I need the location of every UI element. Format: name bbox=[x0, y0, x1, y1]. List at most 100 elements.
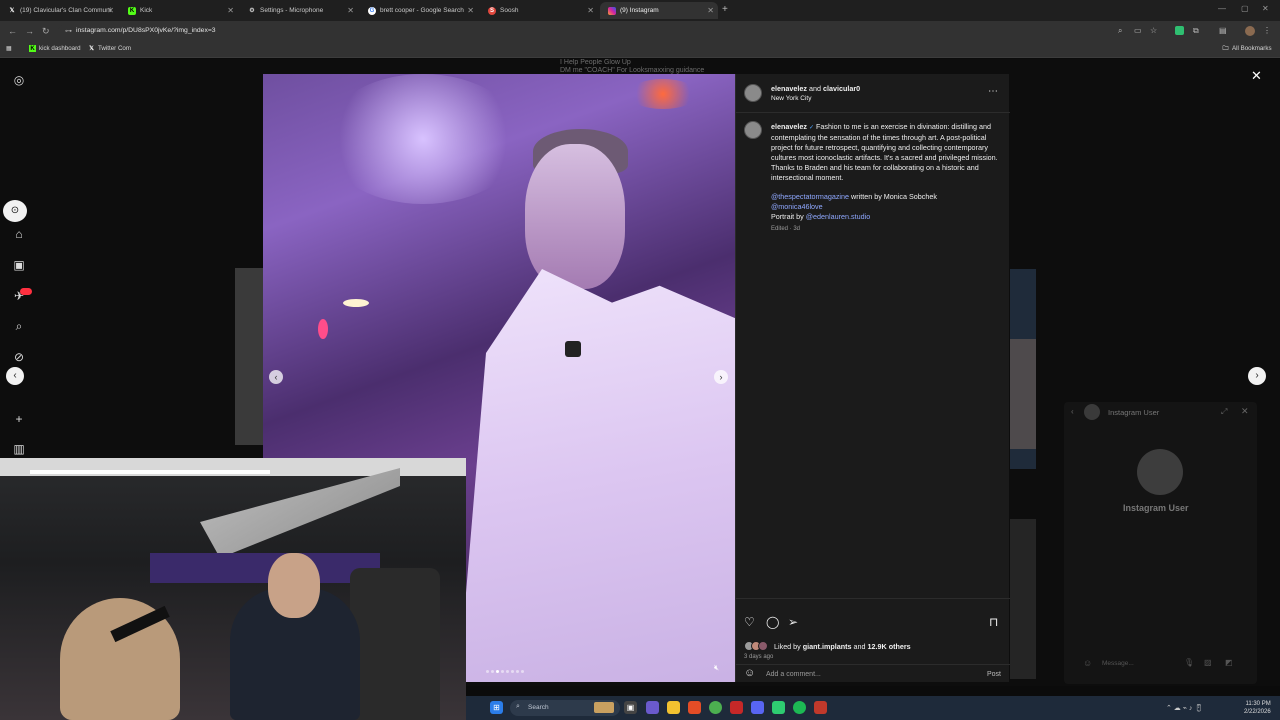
extension-icon[interactable] bbox=[1175, 26, 1184, 35]
tab-clavicular[interactable]: 𝕏 (19) Clavicular's Clan Communi ✕ bbox=[0, 2, 118, 19]
comment-input[interactable]: Add a comment... bbox=[766, 671, 821, 678]
like-heart-icon[interactable]: ♡ bbox=[744, 615, 755, 629]
tab-soosh[interactable]: S Soosh ✕ bbox=[480, 2, 598, 19]
close-window-icon[interactable]: ✕ bbox=[1262, 4, 1269, 13]
close-icon[interactable]: ✕ bbox=[707, 6, 714, 15]
bookmark-twitter[interactable]: 𝕏 Twitter Com bbox=[88, 45, 131, 52]
minimize-icon[interactable]: — bbox=[1218, 4, 1226, 13]
collaborator-username[interactable]: clavicular0 bbox=[823, 84, 860, 93]
forward-icon[interactable]: → bbox=[25, 26, 34, 36]
close-icon[interactable]: ✕ bbox=[587, 6, 594, 15]
more-options-icon[interactable]: ⋯ bbox=[988, 86, 998, 97]
address-bar-row: ← → ↻ ⊶ instagram.com/p/DU8sPX0jvKe/?img… bbox=[0, 21, 1280, 42]
emoji-icon[interactable]: ☺ bbox=[744, 667, 755, 679]
caption-avatar[interactable] bbox=[744, 121, 762, 139]
mention-link[interactable]: @monica46love bbox=[771, 202, 823, 211]
tab-instagram[interactable]: (9) Instagram ✕ bbox=[600, 2, 718, 19]
mention-link[interactable]: @edenlauren.studio bbox=[806, 212, 870, 221]
close-icon[interactable]: ✕ bbox=[347, 6, 354, 15]
menu-kebab-icon[interactable]: ⋮ bbox=[1263, 26, 1271, 35]
apps-icon[interactable]: ▦ bbox=[6, 45, 12, 52]
clock[interactable]: 11:30 PM 2/22/2026 bbox=[1244, 700, 1271, 716]
carousel-prev-icon[interactable]: ‹ bbox=[269, 370, 283, 384]
extensions-puzzle-icon[interactable]: ⧉ bbox=[1193, 26, 1199, 36]
microphone-icon[interactable]: 🎙︎ bbox=[1184, 658, 1194, 667]
sticker-icon[interactable]: ◩ bbox=[1225, 658, 1233, 667]
image-icon[interactable]: ▨ bbox=[1204, 658, 1212, 667]
expand-icon[interactable]: ⤢ bbox=[1221, 407, 1227, 417]
app-icon[interactable] bbox=[646, 701, 659, 714]
post-comment-button[interactable]: Post bbox=[987, 671, 1001, 678]
dashboard-icon[interactable]: ▥ bbox=[11, 442, 27, 458]
reload-icon[interactable]: ↻ bbox=[42, 26, 50, 37]
mute-icon[interactable]: 🔇︎ bbox=[714, 663, 719, 673]
bookmarks-bar: ▦ K kick dashboard 𝕏 Twitter Com 🗀 All B… bbox=[0, 42, 1280, 58]
explore-icon[interactable]: ⊘ bbox=[11, 350, 27, 366]
tab-google[interactable]: G brett cooper - Google Search ✕ bbox=[360, 2, 478, 19]
app-icon[interactable] bbox=[772, 701, 785, 714]
app-icon[interactable] bbox=[814, 701, 827, 714]
back-icon[interactable]: ← bbox=[8, 26, 17, 36]
app-icon[interactable] bbox=[730, 701, 743, 714]
author-avatar[interactable] bbox=[744, 84, 762, 102]
save-bookmark-icon[interactable]: ⊓ bbox=[989, 615, 998, 629]
webcam-overlay bbox=[0, 458, 466, 720]
file-explorer-icon[interactable] bbox=[667, 701, 680, 714]
home-icon[interactable]: ⌂ bbox=[11, 227, 27, 243]
carousel-next-icon[interactable]: › bbox=[714, 370, 728, 384]
carousel-dot bbox=[511, 670, 514, 673]
taskbar-search[interactable]: ⌕ Search bbox=[510, 700, 620, 716]
bookmark-kick-dashboard[interactable]: K kick dashboard bbox=[29, 45, 81, 52]
instagram-logo-icon[interactable]: ◎ bbox=[11, 73, 27, 89]
search-icon: ⌕ bbox=[516, 703, 520, 710]
mention-link[interactable]: @thespectatormagazine bbox=[771, 192, 849, 201]
new-tab-button[interactable]: + bbox=[722, 4, 728, 15]
zoom-icon[interactable]: ⌕ bbox=[1118, 26, 1122, 36]
emoji-icon[interactable]: ☺ bbox=[1083, 658, 1092, 668]
bookmark-star-icon[interactable]: ☆ bbox=[1150, 26, 1157, 35]
url-input[interactable]: ⊶ instagram.com/p/DU8sPX0jvKe/?img_index… bbox=[58, 24, 1138, 39]
share-icon[interactable]: ➢ bbox=[788, 615, 798, 629]
task-view-icon[interactable]: ▣ bbox=[624, 701, 637, 714]
close-icon[interactable]: ✕ bbox=[467, 6, 474, 15]
search-icon[interactable]: ⌕ bbox=[11, 319, 27, 335]
zoom-lens-icon[interactable]: ⊙ bbox=[3, 200, 27, 222]
post-header: elenavelez and clavicular0 bbox=[771, 84, 860, 94]
cast-icon[interactable]: ▭ bbox=[1134, 26, 1142, 35]
divider bbox=[736, 598, 1010, 599]
windows-start-icon[interactable]: ⊞ bbox=[490, 701, 503, 714]
create-icon[interactable]: + bbox=[11, 412, 27, 428]
chat-message-input[interactable]: Message... bbox=[1102, 660, 1134, 667]
close-modal-icon[interactable]: ✕ bbox=[1251, 68, 1262, 84]
sidebar-icon[interactable]: ▤ bbox=[1219, 26, 1227, 35]
close-icon[interactable]: ✕ bbox=[227, 6, 234, 15]
tab-kick[interactable]: K Kick ✕ bbox=[120, 2, 238, 19]
next-post-button[interactable]: › bbox=[1248, 367, 1266, 385]
caption-username[interactable]: elenavelez bbox=[771, 122, 807, 131]
profile-avatar[interactable] bbox=[1245, 26, 1255, 36]
chat-close-icon[interactable]: ✕ bbox=[1241, 406, 1249, 417]
post-location[interactable]: New York City bbox=[771, 94, 811, 104]
site-info-icon[interactable]: ⊶ bbox=[65, 27, 72, 35]
likes-user[interactable]: giant.implants bbox=[803, 642, 852, 651]
maximize-icon[interactable]: ▢ bbox=[1241, 4, 1249, 13]
reels-icon[interactable]: ▣ bbox=[11, 258, 27, 274]
stage-light bbox=[628, 79, 698, 109]
comment-icon[interactable]: ◯ bbox=[766, 615, 779, 629]
system-tray-icons[interactable]: ⌃ ☁ ⌁ ♪ 🔋︎ bbox=[1166, 704, 1203, 712]
tab-settings[interactable]: ⚙ Settings - Microphone ✕ bbox=[240, 2, 358, 19]
chat-profile-avatar bbox=[1137, 449, 1183, 495]
discord-icon[interactable] bbox=[751, 701, 764, 714]
spotify-icon[interactable] bbox=[793, 701, 806, 714]
chrome-icon[interactable] bbox=[709, 701, 722, 714]
previous-post-button[interactable]: ‹ bbox=[6, 367, 24, 385]
likes-others[interactable]: 12.9K others bbox=[868, 642, 911, 651]
chat-back-icon[interactable]: ‹ bbox=[1071, 407, 1074, 416]
all-bookmarks[interactable]: 🗀 All Bookmarks bbox=[1222, 45, 1271, 52]
soosh-icon: S bbox=[488, 6, 496, 15]
bookmark-label: Twitter Com bbox=[98, 45, 132, 52]
kick-icon: K bbox=[128, 6, 136, 15]
app-icon[interactable] bbox=[688, 701, 701, 714]
close-icon[interactable]: ✕ bbox=[107, 6, 114, 15]
author-username[interactable]: elenavelez bbox=[771, 84, 807, 93]
